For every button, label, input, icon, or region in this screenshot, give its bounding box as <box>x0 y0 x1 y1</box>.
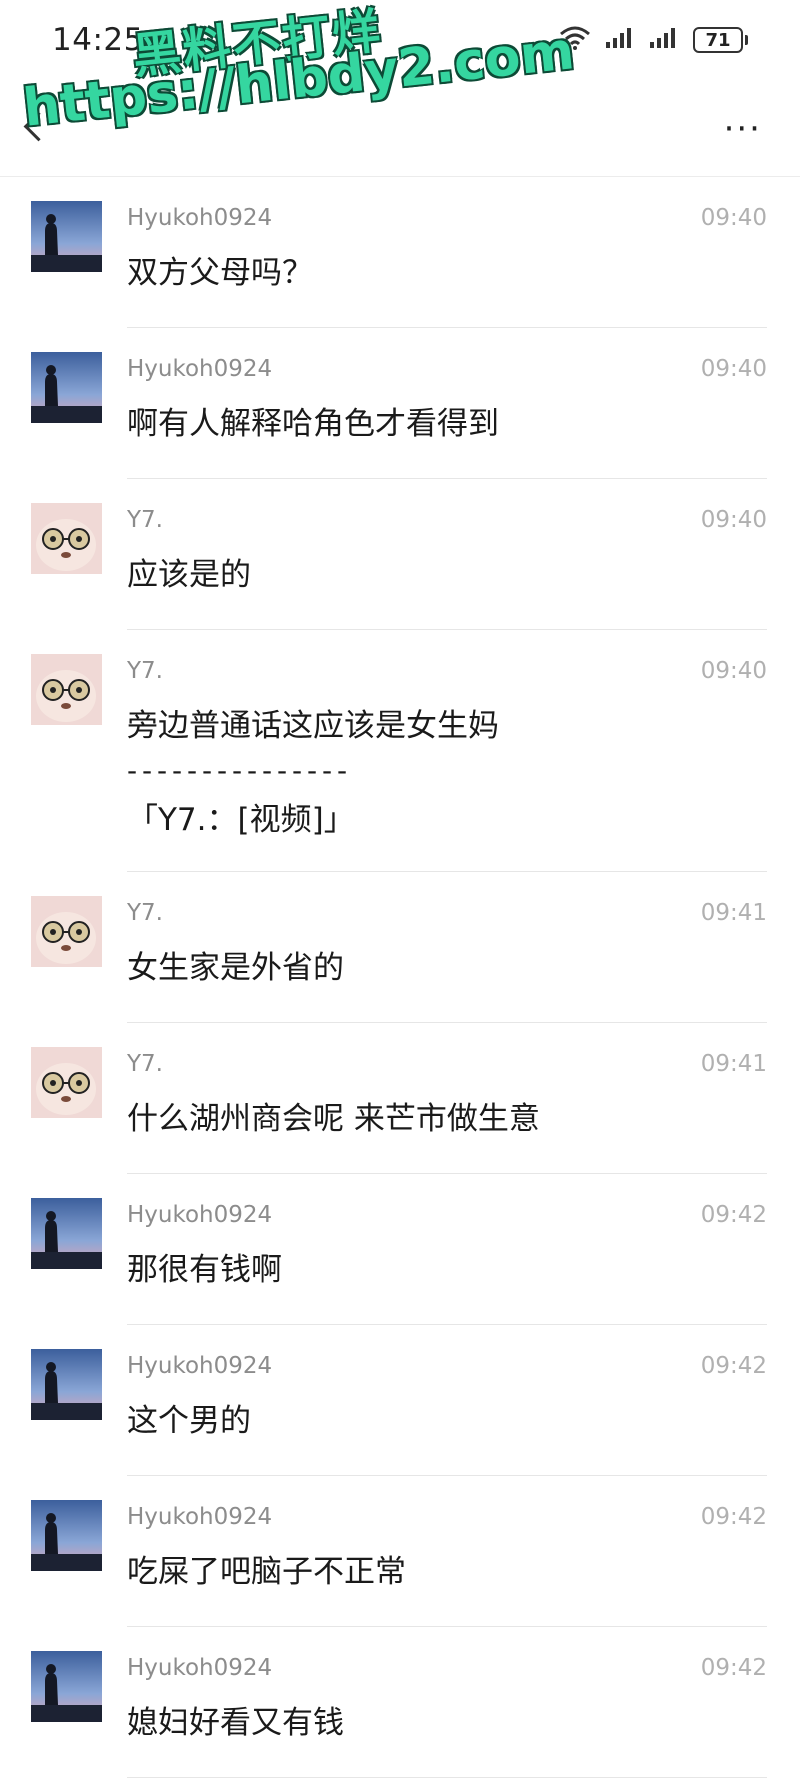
message-time: 09:41 <box>700 1051 767 1077</box>
battery-icon: 71 <box>693 27 748 53</box>
message-text: 女生家是外省的 <box>127 950 344 986</box>
avatar-plush[interactable] <box>31 503 102 574</box>
message-time: 09:42 <box>700 1353 767 1379</box>
sender-name: Y7. <box>127 1051 163 1077</box>
quote-separator: - - - - - - - - - - - - - - - <box>127 754 347 787</box>
message-item[interactable]: Y7. 09:40 应该是的 <box>0 479 800 630</box>
message-item[interactable]: Hyukoh0924 09:40 双方父母吗？ <box>0 177 800 328</box>
sender-name: Hyukoh0924 <box>127 1655 273 1681</box>
sender-name: Hyukoh0924 <box>127 205 273 231</box>
message-text: 旁边普通话这应该是女生妈 <box>127 708 499 744</box>
sender-name: Hyukoh0924 <box>127 356 273 382</box>
nav-bar: ··· <box>0 80 800 177</box>
message-list: Hyukoh0924 09:40 双方父母吗？ Hyukoh0924 09:40… <box>0 177 800 1778</box>
message-time: 09:42 <box>700 1655 767 1681</box>
message-item[interactable]: Hyukoh0924 09:40 啊有人解释哈角色才看得到 <box>0 328 800 479</box>
sender-name: Hyukoh0924 <box>127 1353 273 1379</box>
avatar-landscape[interactable] <box>31 1349 102 1420</box>
message-item[interactable]: Y7. 09:40 旁边普通话这应该是女生妈 - - - - - - - - -… <box>0 630 800 872</box>
avatar-plush[interactable] <box>31 896 102 967</box>
quoted-message[interactable]: 「Y7.：[视频]」 <box>127 794 355 839</box>
message-item[interactable]: Hyukoh0924 09:42 吃屎了吧脑子不正常 <box>0 1476 800 1627</box>
sender-name: Hyukoh0924 <box>127 1202 273 1228</box>
message-text: 啊有人解释哈角色才看得到 <box>127 406 499 442</box>
signal-icon <box>605 27 635 53</box>
message-text: 媳妇好看又有钱 <box>127 1705 344 1741</box>
message-time: 09:40 <box>700 356 767 382</box>
message-time: 09:42 <box>700 1202 767 1228</box>
message-item[interactable]: Hyukoh0924 09:42 媳妇好看又有钱 <box>0 1627 800 1778</box>
more-button[interactable]: ··· <box>724 112 762 146</box>
sender-name: Y7. <box>127 507 163 533</box>
wifi-icon <box>559 26 591 54</box>
message-time: 09:41 <box>700 900 767 926</box>
avatar-landscape[interactable] <box>31 1500 102 1571</box>
message-time: 09:40 <box>700 205 767 231</box>
message-item[interactable]: Hyukoh0924 09:42 那很有钱啊 <box>0 1174 800 1325</box>
divider <box>127 1777 767 1778</box>
message-text: 双方父母吗？ <box>127 255 313 291</box>
avatar-plush[interactable] <box>31 654 102 725</box>
avatar-landscape[interactable] <box>31 352 102 423</box>
message-time: 09:40 <box>700 658 767 684</box>
message-text: 吃屎了吧脑子不正常 <box>127 1554 406 1590</box>
avatar-landscape[interactable] <box>31 201 102 272</box>
status-icons: 71 <box>559 26 748 54</box>
sender-name: Y7. <box>127 900 163 926</box>
signal-icon <box>649 27 679 53</box>
message-text: 什么湖州商会呢 来芒市做生意 <box>127 1101 540 1137</box>
message-text: 这个男的 <box>127 1403 251 1439</box>
message-time: 09:40 <box>700 507 767 533</box>
message-item[interactable]: Hyukoh0924 09:42 这个男的 <box>0 1325 800 1476</box>
avatar-landscape[interactable] <box>31 1651 102 1722</box>
message-item[interactable]: Y7. 09:41 什么湖州商会呢 来芒市做生意 <box>0 1023 800 1174</box>
avatar-landscape[interactable] <box>31 1198 102 1269</box>
message-text: 应该是的 <box>127 557 251 593</box>
message-text: 那很有钱啊 <box>127 1252 282 1288</box>
back-icon[interactable] <box>23 111 54 142</box>
message-item[interactable]: Y7. 09:41 女生家是外省的 <box>0 872 800 1023</box>
status-time: 14:25 <box>52 22 144 58</box>
avatar-plush[interactable] <box>31 1047 102 1118</box>
status-bar: 14:25 71 <box>0 0 800 80</box>
sender-name: Y7. <box>127 658 163 684</box>
sender-name: Hyukoh0924 <box>127 1504 273 1530</box>
message-time: 09:42 <box>700 1504 767 1530</box>
battery-level: 71 <box>693 27 743 53</box>
